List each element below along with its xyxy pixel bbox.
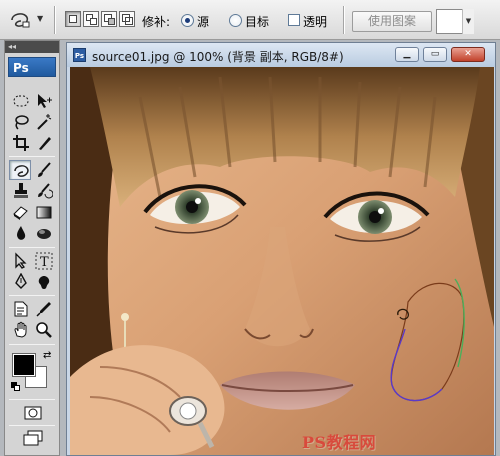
chevron-down-icon: ▼ <box>465 17 472 25</box>
minimize-button[interactable]: ▁ <box>395 47 419 62</box>
blur-tool[interactable] <box>10 223 32 243</box>
zoom-tool[interactable] <box>33 320 55 340</box>
move-tool[interactable] <box>33 91 55 111</box>
rectangular-marquee-tool-icon <box>13 95 29 107</box>
svg-text:T: T <box>40 255 49 270</box>
toolbox: ◂◂ Ps T ⇄ <box>4 40 60 456</box>
close-icon: ✕ <box>464 49 472 59</box>
history-brush-tool[interactable] <box>33 181 55 201</box>
burn-tool[interactable] <box>33 223 55 243</box>
hand-tool[interactable] <box>10 320 32 340</box>
pen-tool-icon <box>15 273 27 289</box>
history-brush-tool-icon <box>38 183 53 199</box>
ps-logo[interactable]: Ps <box>8 57 56 77</box>
foreground-color-swatch[interactable] <box>13 354 35 376</box>
blur-tool-icon <box>17 226 26 240</box>
image-canvas[interactable]: PS教程网 tata580.com <box>70 67 494 455</box>
intersect-selection-button[interactable] <box>119 11 135 27</box>
document-window: Ps source01.jpg @ 100% (背景 副本, RGB/8#) ▁… <box>66 42 496 456</box>
toolbox-grip[interactable]: ◂◂ <box>5 41 59 53</box>
patch-label: 修补: <box>142 15 171 29</box>
swap-colors-icon[interactable]: ⇄ <box>43 350 51 361</box>
eraser-tool[interactable] <box>10 202 32 222</box>
crop-tool-icon <box>13 135 29 151</box>
notes-tool[interactable] <box>10 299 32 319</box>
transparent-checkbox[interactable] <box>288 14 300 26</box>
slice-tool[interactable] <box>33 133 55 153</box>
magic-wand-tool-icon <box>37 114 52 130</box>
close-button[interactable]: ✕ <box>451 47 485 62</box>
type-tool[interactable]: T <box>33 251 55 271</box>
ps-document-icon: Ps <box>73 48 86 62</box>
maximize-icon: ▭ <box>430 49 440 59</box>
chevron-down-icon: ▼ <box>37 14 44 23</box>
tool-preset-picker[interactable]: ▼ <box>6 7 46 33</box>
eyedropper-tool[interactable] <box>33 299 55 319</box>
source-radio[interactable] <box>181 14 194 27</box>
maximize-button[interactable]: ▭ <box>423 47 447 62</box>
custom-shape-tool[interactable] <box>33 272 55 292</box>
minimize-icon: ▁ <box>403 49 411 59</box>
rectangular-marquee-tool[interactable] <box>10 91 32 111</box>
quick-mask-icon <box>24 406 42 420</box>
lasso-tool[interactable] <box>10 112 32 132</box>
type-tool-icon: T <box>35 252 53 270</box>
slice-tool-icon <box>39 137 51 150</box>
pen-tool[interactable] <box>10 272 32 292</box>
default-colors-icon[interactable] <box>11 382 20 391</box>
use-pattern-button[interactable]: 使用图案 <box>352 11 432 32</box>
brush-tool-icon <box>38 162 51 177</box>
zoom-tool-icon <box>36 322 52 338</box>
patch-tool[interactable] <box>9 160 31 180</box>
destination-label: 目标 <box>245 15 270 29</box>
path-selection-tool[interactable] <box>10 251 32 271</box>
brush-tool[interactable] <box>33 160 55 180</box>
gradient-tool[interactable] <box>33 202 55 222</box>
screen-mode-button[interactable] <box>21 429 43 449</box>
screen-mode-icon <box>23 430 43 446</box>
options-bar: ▼ 修补: 源 目标 透明 使用图案 ▼ <box>0 0 500 40</box>
crop-tool[interactable] <box>10 133 32 153</box>
destination-radio[interactable] <box>229 14 242 27</box>
add-to-selection-button[interactable] <box>83 11 99 27</box>
move-tool-icon <box>38 94 52 108</box>
patch-tool-icon <box>14 165 29 177</box>
hand-tool-icon <box>14 321 27 338</box>
clone-stamp-tool[interactable] <box>10 181 32 201</box>
path-selection-tool-icon <box>15 252 27 269</box>
custom-shape-tool-icon <box>38 276 50 289</box>
magic-wand-tool[interactable] <box>33 112 55 132</box>
gradient-tool-icon <box>36 206 52 219</box>
clone-stamp-tool-icon <box>14 183 28 198</box>
quick-mask-button[interactable] <box>22 403 44 423</box>
portrait-image <box>70 67 494 455</box>
transparent-label: 透明 <box>303 15 328 29</box>
patch-tool-icon <box>11 13 30 28</box>
pattern-dropdown[interactable]: ▼ <box>462 9 474 34</box>
eyedropper-tool-icon <box>36 302 51 317</box>
divider <box>343 6 345 34</box>
subtract-from-selection-button[interactable] <box>101 11 117 27</box>
eraser-tool-icon <box>13 206 28 220</box>
new-selection-button[interactable] <box>65 11 81 27</box>
source-label: 源 <box>197 15 210 29</box>
notes-tool-icon <box>14 301 28 317</box>
watermark-text: PS教程网 tata580.com <box>302 433 419 455</box>
document-title: source01.jpg @ 100% (背景 副本, RGB/8#) <box>92 50 344 64</box>
divider <box>54 6 56 34</box>
document-titlebar[interactable]: Ps source01.jpg @ 100% (背景 副本, RGB/8#) ▁… <box>67 43 495 67</box>
burn-tool-icon <box>37 229 51 239</box>
new-selection-icon <box>69 15 77 23</box>
lasso-tool-icon <box>15 115 29 130</box>
